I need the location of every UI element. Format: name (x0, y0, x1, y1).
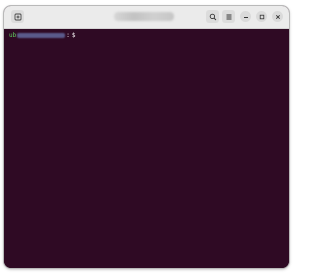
minimize-button[interactable] (240, 11, 251, 22)
prompt-separator: : (66, 32, 70, 39)
search-icon (209, 13, 216, 20)
terminal-window: ub: $ (4, 6, 289, 268)
close-icon (275, 14, 280, 19)
shell-prompt: ub: $ (9, 32, 75, 39)
maximize-icon (259, 14, 264, 19)
new-tab-icon (14, 13, 21, 20)
prompt-user: ub (9, 32, 17, 39)
new-tab-button[interactable] (11, 10, 24, 23)
maximize-button[interactable] (256, 11, 267, 22)
title-bar (4, 6, 289, 29)
window-title (114, 12, 174, 21)
menu-button[interactable] (222, 10, 235, 23)
search-button[interactable] (206, 10, 219, 23)
prompt-redacted-hostname (17, 33, 66, 38)
prompt-symbol: $ (71, 32, 76, 39)
terminal-area[interactable]: ub: $ (4, 29, 289, 268)
minimize-icon (243, 16, 248, 18)
close-button[interactable] (272, 11, 283, 22)
menu-icon (226, 14, 231, 19)
